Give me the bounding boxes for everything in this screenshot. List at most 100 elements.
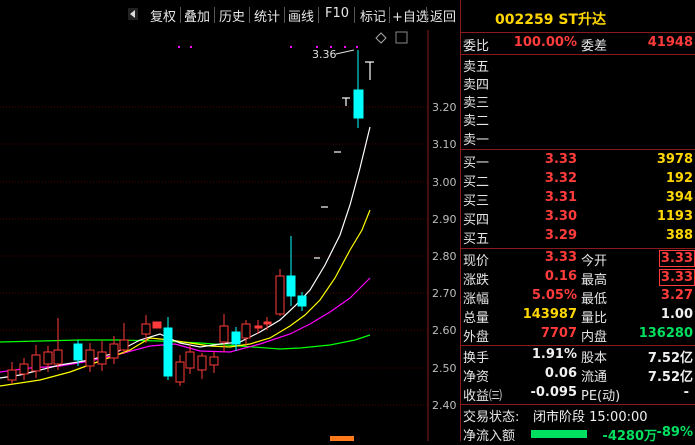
net-inflow-pct: -89% [656,425,693,440]
sell-label: 卖二 [463,114,490,129]
divider [461,345,695,346]
pe-label: PE(动) [581,389,621,404]
pct-row: 涨幅 5.05% 最低 3.27 [461,288,695,307]
eps-value: -0.095 [530,385,577,400]
price-tick: 2.70 [432,287,457,300]
sell-label: 卖三 [463,96,490,111]
net-inflow-label: 净流入额 [463,429,516,444]
buy3-row[interactable]: 买三 3.31 394 [461,190,695,209]
divider [426,7,427,23]
buy-volume: 3978 [656,152,693,167]
buy-label: 买三 [463,194,490,209]
sell1-row: 卖一 [461,129,695,148]
volume-value: 143987 [522,307,577,322]
change-row: 涨跌 0.16 最高 3.33 [461,269,695,288]
buy-label: 买二 [463,175,490,190]
status-label: 交易状态: [463,410,520,425]
buy-label: 买一 [463,156,490,171]
outer-inner-row: 外盘 7707 内盘 136280 [461,326,695,345]
sell-label: 卖五 [463,60,490,75]
sell-label: 卖一 [463,133,490,148]
divider [180,7,181,23]
scroll-left-arrow-icon[interactable] [128,8,138,20]
price-axis: 3.20 3.10 3.00 2.90 2.80 2.70 2.60 2.50 … [432,101,457,412]
stock-title: 002259 ST升达 [495,12,606,28]
buy1-row[interactable]: 买一 3.33 3978 [461,152,695,171]
sell-label: 卖四 [463,78,490,93]
buy5-row[interactable]: 买五 3.29 388 [461,228,695,247]
chart-toolbar: 复权 叠加 历史 统计 画线 F10 标记 +自选 返回 [0,0,460,30]
net-inflow-value: -4280万 [602,429,657,444]
divider [284,7,285,23]
price-tick: 3.00 [432,176,457,189]
price-tick: 3.10 [432,138,457,151]
volume-row: 总量 143987 量比 1.00 [461,307,695,326]
weibi-row: 委比 100.00% 委差 41948 [461,35,695,54]
buy-label: 买四 [463,213,490,228]
back-button[interactable]: 返回 [430,6,456,25]
volume-label: 总量 [463,311,490,326]
buy-label: 买五 [463,232,490,247]
open-price: 3.33 [658,250,695,267]
kline-chart[interactable]: 3.20 3.10 3.00 2.90 2.80 2.70 2.60 2.50 … [0,30,460,441]
weibi-label: 委比 [463,39,490,54]
chart-mode-toggle[interactable] [395,31,408,44]
buy-volume: 1193 [656,209,693,224]
statistics-button[interactable]: 统计 [254,6,280,25]
divider [461,404,695,405]
volume-ratio-label: 量比 [581,311,608,326]
pct-value: 5.05% [531,288,577,303]
inner-label: 内盘 [581,330,608,345]
price-row: 现价 3.33 今开 3.33 [461,250,695,269]
high-label: 最高 [581,273,608,288]
mark-button[interactable]: 标记 [360,6,386,25]
weicha-label: 委差 [581,39,608,54]
current-price-label: 现价 [463,254,490,269]
share-capital-label: 股本 [581,351,608,366]
change-value: 0.16 [544,269,577,284]
weicha-value: 41948 [647,35,693,50]
divider [214,7,215,23]
divider [461,54,695,55]
f10-button[interactable]: F10 [325,6,349,21]
buy-price: 3.33 [544,152,577,167]
buy4-row[interactable]: 买四 3.30 1193 [461,209,695,228]
buy-price: 3.30 [544,209,577,224]
sell4-row: 卖四 [461,74,695,93]
outer-value: 7707 [540,326,577,341]
price-tick: 2.80 [432,250,457,263]
overlay-button[interactable]: 叠加 [184,6,210,25]
divider [461,32,695,33]
float-value: 7.52亿 [647,370,693,385]
quote-panel: 002259 ST升达 委比 100.00% 委差 41948 卖五 卖四 卖三… [461,0,695,444]
status-row: 交易状态: 闭市阶段 15:00:00 [461,406,695,425]
price-tick: 2.40 [432,399,457,412]
low-label: 最低 [581,292,608,307]
current-price: 3.33 [544,250,577,265]
divider [318,7,319,23]
change-label: 涨跌 [463,273,490,288]
buy-price: 3.32 [544,171,577,186]
sell2-row: 卖二 [461,110,695,129]
status-value: 闭市阶段 15:00:00 [533,410,648,425]
open-label: 今开 [581,254,608,269]
high-price-annotation: 3.36 [312,48,337,61]
float-label: 流通 [581,370,608,385]
turnover-row: 换手 1.91% 股本 7.52亿 [461,347,695,366]
pe-value: - [683,385,689,400]
add-watchlist-button[interactable]: +自选 [392,6,429,25]
history-button[interactable]: 历史 [219,6,245,25]
high-price: 3.33 [658,269,695,286]
inner-value: 136280 [638,326,693,341]
divider [354,7,355,23]
draw-line-button[interactable]: 画线 [288,6,314,25]
divider [461,248,695,249]
net-asset-value: 0.06 [544,366,577,381]
net-inflow-bar [531,430,587,438]
turnover-label: 换手 [463,351,490,366]
volume-ratio: 1.00 [660,307,693,322]
pct-label: 涨幅 [463,292,490,307]
fuquan-button[interactable]: 复权 [150,6,176,25]
buy2-row[interactable]: 买二 3.32 192 [461,171,695,190]
price-tick: 2.50 [432,362,457,375]
